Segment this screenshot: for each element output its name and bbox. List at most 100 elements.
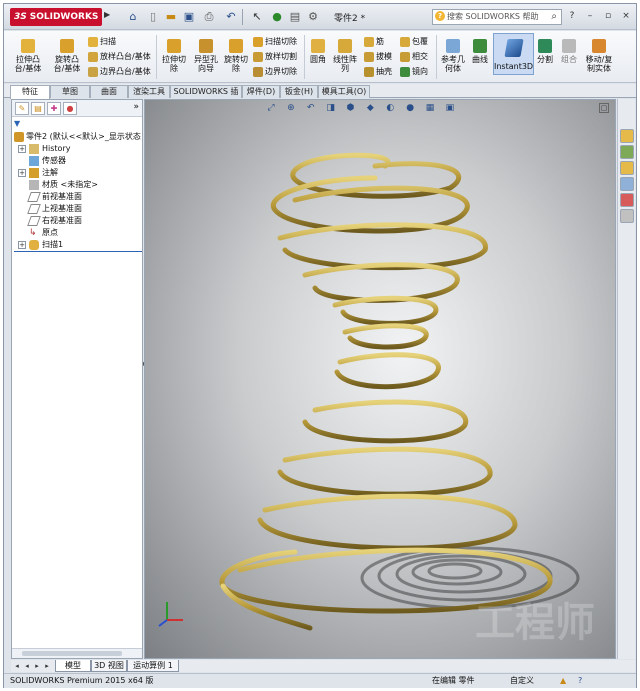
scrollbar-thumb[interactable] <box>22 651 122 656</box>
tree-root[interactable]: 零件2 (默认<<默认>_显示状态 <box>14 131 142 143</box>
draft-button[interactable]: 拔模 <box>364 51 392 63</box>
undo-icon[interactable]: ↶ <box>222 9 240 25</box>
command-tabs: 特征 草图 曲面 渲染工具 SOLIDWORKS 插件 焊件(D) 钣金(H) … <box>4 84 636 108</box>
appearances-icon[interactable] <box>620 193 634 207</box>
graphics-viewport[interactable]: ⤢ ⊕ ↶ ◨ ⬢ ◆ ◐ ● ▦ ▣ ▢ 工程师 <box>144 99 616 659</box>
tree-item-origin[interactable]: ↳ 原点 <box>14 227 142 239</box>
spring-model[interactable] <box>145 100 616 659</box>
tab-weldments[interactable]: 焊件(D) <box>242 85 280 98</box>
extrude-cut-button[interactable]: 拉伸切 除 <box>160 39 188 73</box>
mirror-button[interactable]: 镜向 <box>400 66 428 78</box>
wrap-button[interactable]: 包覆 <box>400 36 428 48</box>
split-button[interactable]: 分割 <box>534 39 556 64</box>
help-dropdown-icon[interactable]: ? <box>566 10 578 22</box>
sweep-icon <box>88 36 98 47</box>
search-icon[interactable]: ⌕ <box>551 10 557 24</box>
expand-icon[interactable]: + <box>18 241 26 249</box>
menu-arrow-icon[interactable]: ▶ <box>104 10 116 24</box>
hole-wizard-button[interactable]: 异型孔 向导 <box>192 39 220 73</box>
combine-button[interactable]: 组合 <box>558 39 580 64</box>
file-explorer-icon[interactable] <box>620 161 634 175</box>
curves-button[interactable]: 曲线 <box>469 39 491 64</box>
tree-item-history[interactable]: + History <box>14 143 142 155</box>
home-icon[interactable]: ⌂ <box>124 9 142 25</box>
restore-icon[interactable]: ▫ <box>602 10 614 22</box>
save-icon[interactable]: ▣ <box>180 9 198 25</box>
prev-tab-icon[interactable]: ◂ <box>23 661 31 671</box>
revolve-cut-button[interactable]: 旋转切 除 <box>222 39 250 73</box>
tree-item-right-plane[interactable]: 右视基准面 <box>14 215 142 227</box>
combine-icon <box>562 39 576 53</box>
extrude-boss-button[interactable]: 拉伸凸 台/基体 <box>14 39 42 73</box>
loft-boss-button[interactable]: 放样凸台/基体 <box>88 51 151 63</box>
revolve-boss-button[interactable]: 旋转凸 台/基体 <box>52 39 82 73</box>
tab-sketch[interactable]: 草图 <box>50 85 90 98</box>
panel-expand-icon[interactable]: » <box>133 102 139 112</box>
part-icon <box>14 132 24 142</box>
boundary-boss-button[interactable]: 边界凸台/基体 <box>88 66 151 78</box>
intersect-button[interactable]: 相交 <box>400 51 428 63</box>
solidworks-logo[interactable]: 3S SOLIDWORKS <box>10 8 102 26</box>
expand-icon[interactable]: + <box>18 145 26 153</box>
tab-3d-views[interactable]: 3D 视图 <box>91 660 127 672</box>
ribbon-separator <box>436 35 437 79</box>
open-icon[interactable]: ▬ <box>162 9 180 25</box>
rib-button[interactable]: 筋 <box>364 36 384 48</box>
solidworks-resources-icon[interactable] <box>620 129 634 143</box>
close-icon[interactable]: × <box>620 10 632 22</box>
view-palette-icon[interactable] <box>620 177 634 191</box>
expand-icon[interactable]: + <box>18 169 26 177</box>
fillet-button[interactable]: 圆角 <box>307 39 329 64</box>
linear-pattern-button[interactable]: 线性阵 列 <box>331 39 359 73</box>
configuration-manager-tab-icon[interactable]: ✚ <box>47 102 61 115</box>
tree-item-sensors[interactable]: 传感器 <box>14 155 142 167</box>
tab-model[interactable]: 模型 <box>55 660 91 672</box>
help-search-input[interactable]: ? 搜索 SOLIDWORKS 帮助 ⌕ <box>432 9 562 25</box>
tab-motion-study-1[interactable]: 运动算例 1 <box>127 660 179 672</box>
tree-item-front-plane[interactable]: 前视基准面 <box>14 191 142 203</box>
history-icon <box>29 144 39 154</box>
rebuild-icon[interactable]: ● <box>268 9 286 25</box>
units-status[interactable]: 自定义 <box>510 674 534 688</box>
first-tab-icon[interactable]: ◂ <box>13 661 21 671</box>
filter-icon[interactable]: ▼ <box>14 119 140 130</box>
tree-item-sweep1[interactable]: + 扫描1 <box>14 239 142 251</box>
feature-manager-tabs: ✎ ▤ ✚ ● » <box>12 100 142 117</box>
options-icon[interactable]: ⚙ <box>304 9 322 25</box>
design-library-icon[interactable] <box>620 145 634 159</box>
tree-item-top-plane[interactable]: 上视基准面 <box>14 203 142 215</box>
tab-render-tools[interactable]: 渲染工具 <box>128 85 170 98</box>
tab-surfaces[interactable]: 曲面 <box>90 85 128 98</box>
shell-button[interactable]: 抽壳 <box>364 66 392 78</box>
tab-sheet-metal[interactable]: 钣金(H) <box>280 85 318 98</box>
new-document-icon[interactable]: ▯ <box>144 9 162 25</box>
sweep-button[interactable]: 扫描 <box>88 36 116 48</box>
tab-features[interactable]: 特征 <box>10 85 50 99</box>
tree-item-annotations[interactable]: + 注解 <box>14 167 142 179</box>
minimize-icon[interactable]: – <box>584 10 596 22</box>
move-copy-body-button[interactable]: 移动/复 制实体 <box>582 39 616 73</box>
property-manager-tab-icon[interactable]: ▤ <box>31 102 45 115</box>
feature-tree-tab-icon[interactable]: ✎ <box>15 102 29 115</box>
boundary-cut-icon <box>253 66 263 77</box>
last-tab-icon[interactable]: ▸ <box>43 661 51 671</box>
file-properties-icon[interactable]: ▤ <box>286 9 304 25</box>
tree-item-material[interactable]: 材质 <未指定> <box>14 179 142 191</box>
revolve-boss-label: 旋转凸 台/基体 <box>53 55 81 73</box>
print-icon[interactable]: ⎙ <box>200 9 218 25</box>
display-manager-tab-icon[interactable]: ● <box>63 102 77 115</box>
tab-mold-tools[interactable]: 模具工具(O) <box>318 85 370 98</box>
rollback-bar[interactable] <box>14 251 142 252</box>
instant3d-button[interactable]: Instant3D <box>493 33 534 75</box>
reference-geometry-button[interactable]: 参考几 何体 <box>439 39 467 73</box>
custom-properties-icon[interactable] <box>620 209 634 223</box>
select-icon[interactable]: ↖ <box>248 9 266 25</box>
boundary-cut-button[interactable]: 边界切除 <box>253 66 297 78</box>
feature-tree-horizontal-scrollbar[interactable] <box>12 648 142 658</box>
help-status-icon[interactable]: ? <box>578 674 582 688</box>
rebuild-status-icon[interactable]: ▲ <box>560 674 566 688</box>
swept-cut-button[interactable]: 扫描切除 <box>253 36 297 48</box>
next-tab-icon[interactable]: ▸ <box>33 661 41 671</box>
tab-solidworks-addins[interactable]: SOLIDWORKS 插件 <box>170 85 242 108</box>
lofted-cut-button[interactable]: 放样切割 <box>253 51 297 63</box>
